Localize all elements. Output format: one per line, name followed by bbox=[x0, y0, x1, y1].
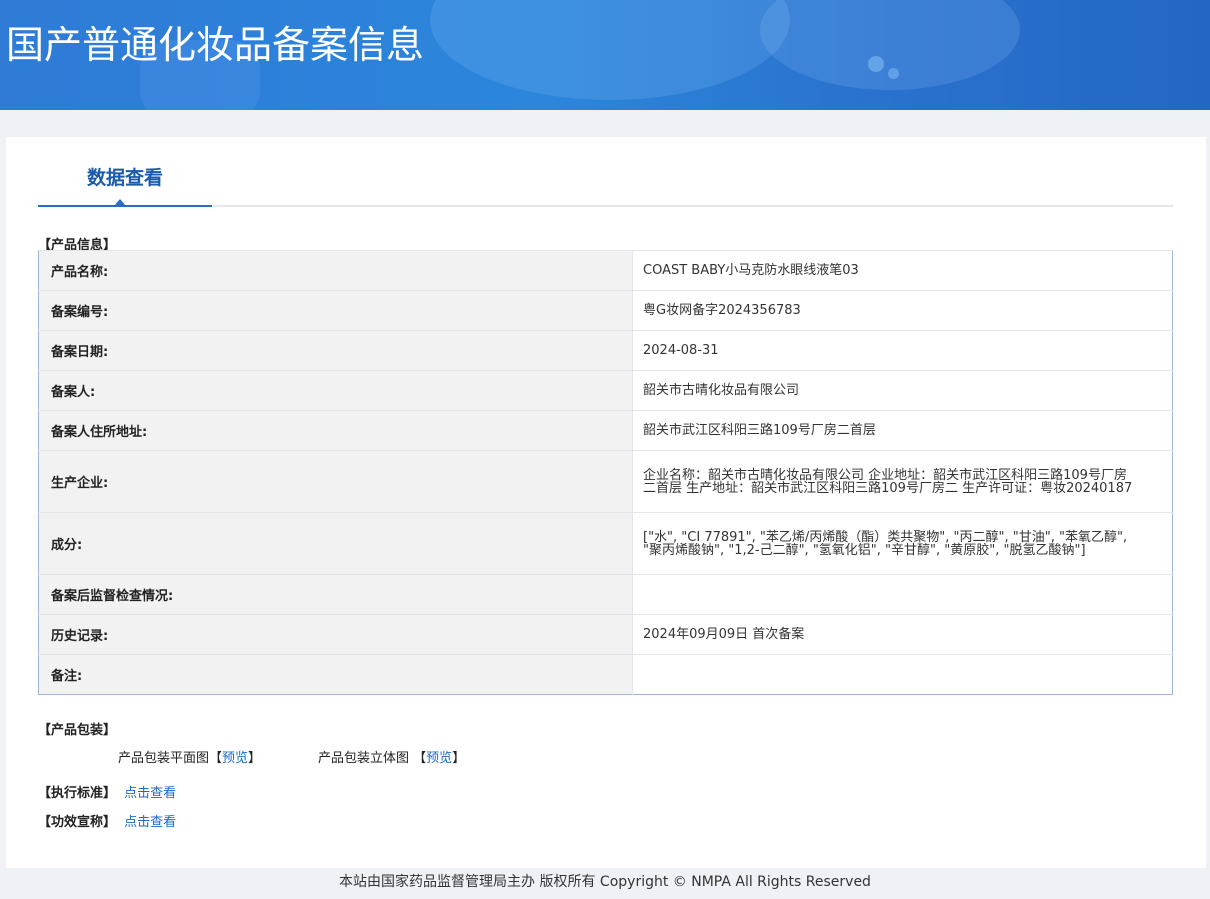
row-value bbox=[632, 654, 1173, 695]
tab-bar: 数据查看 bbox=[38, 137, 1173, 207]
header-decoration bbox=[430, 0, 790, 100]
page-header: 国产普通化妆品备案信息 bbox=[0, 0, 1210, 110]
row-value: 2024年09月09日 首次备案 bbox=[632, 614, 1173, 655]
efficacy-title: 【功效宣称】 bbox=[38, 815, 117, 830]
table-row: 备案后监督检查情况: bbox=[38, 574, 1173, 615]
table-row: 备案人: 韶关市古晴化妆品有限公司 bbox=[38, 370, 1173, 411]
bracket: 【 bbox=[209, 751, 223, 766]
row-label: 备注: bbox=[38, 654, 633, 695]
row-value: 企业名称：韶关市古晴化妆品有限公司 企业地址：韶关市武江区科阳三路109号厂房二… bbox=[632, 450, 1173, 513]
tab-active-caret bbox=[114, 199, 126, 206]
header-decoration bbox=[888, 68, 899, 79]
row-label: 成分: bbox=[38, 512, 633, 575]
package-flat-preview-link[interactable]: 预览 bbox=[222, 751, 248, 766]
row-value: COAST BABY小马克防水眼线液笔03 bbox=[632, 250, 1173, 291]
row-value: 2024-08-31 bbox=[632, 330, 1173, 371]
row-value: 粤G妆网备字2024356783 bbox=[632, 290, 1173, 331]
row-label: 备案编号: bbox=[38, 290, 633, 331]
page-footer: 本站由国家药品监督管理局主办 版权所有 Copyright © NMPA All… bbox=[339, 874, 871, 890]
standard-view-link[interactable]: 点击查看 bbox=[124, 786, 176, 801]
standard-row: 【执行标准】 点击查看 bbox=[38, 782, 176, 801]
row-value bbox=[632, 574, 1173, 615]
package-solid-view: 产品包装立体图 【预览】 bbox=[318, 747, 465, 766]
row-value: 韶关市武江区科阳三路109号厂房二首层 bbox=[632, 410, 1173, 451]
package-solid-label: 产品包装立体图 bbox=[318, 751, 410, 766]
row-label: 备案后监督检查情况: bbox=[38, 574, 633, 615]
standard-title: 【执行标准】 bbox=[38, 786, 117, 801]
package-flat-view: 产品包装平面图【预览】 bbox=[118, 747, 261, 766]
table-row: 备案编号: 粤G妆网备字2024356783 bbox=[38, 290, 1173, 331]
row-label: 产品名称: bbox=[38, 250, 633, 291]
header-decoration bbox=[868, 56, 884, 72]
efficacy-view-link[interactable]: 点击查看 bbox=[124, 815, 176, 830]
row-value: ["水", "CI 77891", "苯乙烯/丙烯酸（酯）类共聚物", "丙二醇… bbox=[632, 512, 1173, 575]
product-package-title: 【产品包装】 bbox=[38, 723, 117, 738]
row-label: 历史记录: bbox=[38, 614, 633, 655]
table-row: 备注: bbox=[38, 654, 1173, 695]
bracket: 】 bbox=[248, 751, 262, 766]
table-row: 生产企业: 企业名称：韶关市古晴化妆品有限公司 企业地址：韶关市武江区科阳三路1… bbox=[38, 450, 1173, 513]
bracket: 】 bbox=[452, 751, 466, 766]
row-label: 备案人: bbox=[38, 370, 633, 411]
table-row: 备案人住所地址: 韶关市武江区科阳三路109号厂房二首层 bbox=[38, 410, 1173, 451]
tab-data-view[interactable]: 数据查看 bbox=[38, 137, 212, 207]
table-row: 备案日期: 2024-08-31 bbox=[38, 330, 1173, 371]
row-value: 韶关市古晴化妆品有限公司 bbox=[632, 370, 1173, 411]
row-label: 备案人住所地址: bbox=[38, 410, 633, 451]
table-row: 成分: ["水", "CI 77891", "苯乙烯/丙烯酸（酯）类共聚物", … bbox=[38, 512, 1173, 575]
efficacy-row: 【功效宣称】 点击查看 bbox=[38, 811, 176, 830]
row-label: 生产企业: bbox=[38, 450, 633, 513]
product-info-table: 产品名称: COAST BABY小马克防水眼线液笔03 备案编号: 粤G妆网备字… bbox=[38, 250, 1173, 695]
content-panel: 数据查看 【产品信息】 产品名称: COAST BABY小马克防水眼线液笔03 … bbox=[6, 137, 1206, 868]
package-solid-preview-link[interactable]: 预览 bbox=[426, 751, 452, 766]
table-row: 历史记录: 2024年09月09日 首次备案 bbox=[38, 614, 1173, 655]
package-flat-label: 产品包装平面图 bbox=[118, 751, 210, 766]
tab-label: 数据查看 bbox=[86, 167, 163, 189]
table-row: 产品名称: COAST BABY小马克防水眼线液笔03 bbox=[38, 250, 1173, 291]
page-title: 国产普通化妆品备案信息 bbox=[6, 23, 425, 67]
row-label: 备案日期: bbox=[38, 330, 633, 371]
bracket: 【 bbox=[413, 751, 427, 766]
